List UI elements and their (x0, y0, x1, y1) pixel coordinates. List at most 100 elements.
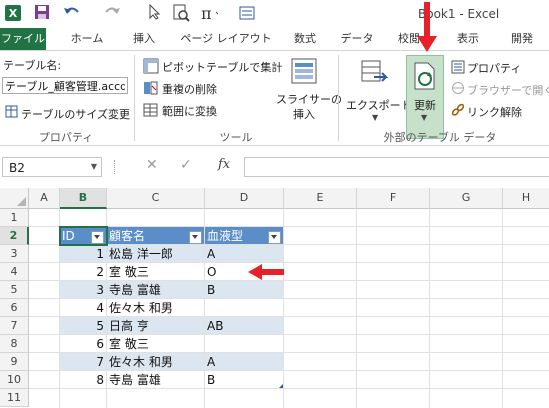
table-cell-name[interactable]: 寺島 富雄 (109, 371, 204, 389)
table-cell-name[interactable]: 室 敬三 (109, 335, 204, 353)
worksheet-grid: A B C D E F G H 1 2 3 4 5 6 7 8 9 10 11 … (0, 188, 549, 408)
filter-dropdown-icon[interactable] (268, 231, 281, 244)
export-button[interactable]: エクスポート (346, 97, 412, 113)
column-header-f[interactable]: F (357, 188, 430, 209)
name-box-dropdown-icon[interactable]: ▼ (91, 162, 97, 171)
column-header-d[interactable]: D (205, 188, 284, 209)
table-cell-id[interactable]: 2 (60, 263, 104, 281)
table-name-label: テーブル名: (3, 59, 62, 72)
column-header-a[interactable]: A (29, 188, 60, 209)
row-header[interactable]: 7 (0, 317, 29, 335)
tab-home[interactable]: ホーム (64, 28, 110, 50)
slicer-icon (291, 58, 317, 84)
select-all-corner[interactable] (0, 188, 29, 209)
row-header[interactable]: 4 (0, 263, 29, 281)
table-header-name[interactable]: 顧客名 (107, 227, 204, 244)
column-header-c[interactable]: C (107, 188, 205, 209)
table-cell-blood[interactable] (207, 335, 282, 353)
table-cell-id[interactable]: 4 (60, 299, 104, 317)
table-cell-id[interactable]: 3 (60, 281, 104, 299)
tab-data[interactable]: データ (334, 28, 380, 50)
unlink-icon (451, 103, 465, 116)
grid-line (29, 298, 549, 299)
column-header-e[interactable]: E (284, 188, 357, 209)
open-in-browser-icon (452, 82, 464, 94)
table-cell-id[interactable]: 5 (60, 317, 104, 335)
cancel-icon[interactable]: ✕ (146, 157, 158, 173)
tab-developer[interactable]: 開発 (502, 28, 542, 50)
column-header-b[interactable]: B (60, 188, 107, 209)
formula-input[interactable] (244, 157, 549, 177)
properties-button[interactable]: プロパティ (467, 60, 521, 76)
row-header[interactable]: 2 (0, 227, 29, 245)
row-header[interactable]: 8 (0, 335, 29, 353)
remove-duplicates-button[interactable]: 重複の削除 (162, 81, 217, 97)
table-cell-name[interactable]: 室 敬三 (109, 263, 204, 281)
resize-table-button[interactable]: テーブルのサイズ変更 (21, 106, 130, 122)
tab-insert[interactable]: 挿入 (122, 28, 166, 50)
table-cell-blood[interactable]: B (207, 281, 282, 299)
unlink-button[interactable]: リンク解除 (467, 104, 522, 120)
tab-view[interactable]: 表示 (450, 28, 486, 50)
refresh-dropdown-icon[interactable]: ▼ (421, 113, 427, 122)
slicer-label-line2[interactable]: 挿入 (293, 106, 315, 122)
row-header[interactable]: 9 (0, 353, 29, 371)
table-cell-blood[interactable]: A (207, 353, 282, 371)
group-divider (338, 55, 339, 141)
table-cell-name[interactable]: 佐々木 和男 (109, 299, 204, 317)
row-header[interactable]: 6 (0, 299, 29, 317)
table-cell-blood[interactable] (207, 299, 282, 317)
form-icon[interactable] (238, 4, 256, 22)
slicer-label-line1[interactable]: スライサーの (276, 91, 342, 107)
table-cell-blood[interactable]: B (207, 371, 282, 389)
table-header-name-label: 顧客名 (109, 229, 146, 243)
enter-icon[interactable]: ✓ (180, 157, 192, 173)
excel-logo-icon[interactable]: X (4, 4, 22, 22)
column-header-g[interactable]: G (430, 188, 503, 209)
table-cell-id[interactable]: 7 (60, 353, 104, 371)
save-icon[interactable] (34, 4, 52, 22)
table-resize-handle[interactable] (279, 384, 283, 388)
row-header[interactable]: 5 (0, 281, 29, 299)
table-header-blood-label: 血液型 (207, 229, 244, 243)
redo-icon[interactable] (104, 4, 122, 22)
row-header[interactable]: 1 (0, 209, 29, 227)
select-pointer-icon[interactable] (146, 4, 164, 22)
grid-line (283, 209, 284, 408)
table-cell-name[interactable]: 日高 亨 (109, 317, 204, 335)
refresh-label[interactable]: 更新 (414, 97, 436, 113)
table-cell-blood[interactable]: AB (207, 317, 282, 335)
table-cell-id[interactable]: 6 (60, 335, 104, 353)
undo-icon[interactable] (62, 4, 80, 22)
pivot-summary-button[interactable]: ピボットテーブルで集計 (162, 59, 282, 75)
table-cell-name[interactable]: 寺島 富雄 (109, 281, 204, 299)
table-cell-id[interactable]: 1 (60, 245, 104, 263)
ribbon: テーブル名: テーブルのサイズ変更 プロパティ ピボットテーブルで集計 重複の削… (0, 50, 549, 146)
pivot-table-icon (143, 58, 159, 74)
convert-to-range-button[interactable]: 範囲に変換 (162, 103, 217, 119)
table-name-field[interactable] (2, 77, 128, 94)
column-header-h[interactable]: H (503, 188, 549, 209)
open-in-browser-button[interactable]: ブラウザーで開く (467, 82, 549, 98)
print-preview-icon[interactable] (172, 4, 190, 22)
equation-icon[interactable]: π (200, 4, 218, 22)
row-header[interactable]: 11 (0, 389, 29, 407)
row-header[interactable]: 10 (0, 371, 29, 389)
properties-icon (451, 60, 465, 74)
export-dropdown-icon[interactable]: ▼ (372, 113, 378, 122)
tab-formulas[interactable]: 数式 (284, 28, 326, 50)
table-cell-blood[interactable]: A (207, 245, 282, 263)
name-box[interactable]: B2 ▼ (2, 157, 102, 177)
tab-page-layout[interactable]: ページ レイアウト (176, 28, 276, 50)
insert-function-icon[interactable]: fx (218, 157, 230, 172)
table-cell-id[interactable]: 8 (60, 371, 104, 389)
tab-file[interactable]: ファイル (0, 28, 46, 50)
row-header[interactable]: 3 (0, 245, 29, 263)
filter-dropdown-icon[interactable] (189, 231, 202, 244)
table-cell-name[interactable]: 松島 洋一郎 (109, 245, 204, 263)
splitter-handle[interactable] (114, 160, 118, 174)
table-cell-name[interactable]: 佐々木 和男 (109, 353, 204, 371)
grid-line (502, 209, 503, 408)
grid-line (29, 280, 549, 281)
table-header-blood[interactable]: 血液型 (205, 227, 283, 244)
